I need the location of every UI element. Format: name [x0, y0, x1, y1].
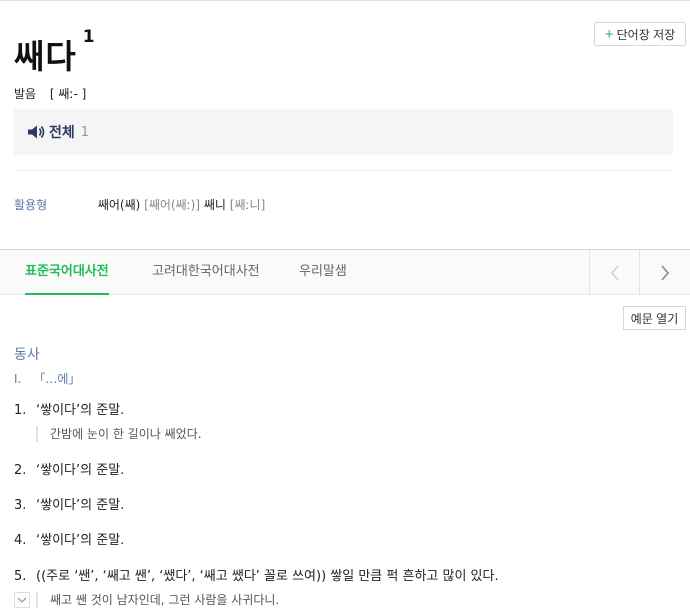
sense-group-pattern: 「…에」	[33, 372, 81, 386]
top-border	[0, 0, 690, 1]
tab-urimalsaem[interactable]: 우리말샘	[299, 250, 347, 295]
tab-korea-univ-dictionary[interactable]: 고려대한국어대사전	[152, 250, 260, 295]
pronunciation-value: [ 쌔ː- ]	[49, 87, 87, 101]
audio-panel: 전체 1	[14, 109, 673, 155]
sense-example: 쌔고 쌘 것이 남자인데, 그런 사람을 사귀다니.	[36, 592, 279, 608]
speaker-icon[interactable]	[27, 125, 45, 139]
conjugation-pron: [쌔ː니]	[229, 198, 266, 212]
sense-item: 2. ‘쌓이다’의 준말.	[14, 459, 124, 478]
plus-icon: +	[604, 25, 614, 43]
audio-count: 1	[80, 124, 90, 140]
sense-group: I. 「…에」	[14, 370, 80, 387]
pronunciation-row: 발음 [ 쌔ː- ]	[14, 85, 86, 102]
conjugation-form: 쌔니	[203, 198, 226, 212]
headword-text: 쌔다	[14, 37, 77, 76]
sense-group-numeral: I.	[14, 372, 22, 386]
save-button-label: 단어장 저장	[616, 27, 676, 42]
pronunciation-label: 발음	[14, 87, 37, 101]
audio-all-label[interactable]: 전체	[49, 122, 75, 142]
sense-definition[interactable]: ((주로 ‘쌘’, ‘쌔고 쌘’, ‘쌨다’, ‘쌔고 쌨다’ 꼴로 쓰여)) …	[36, 569, 499, 584]
sense-item: 4. ‘쌓이다’의 준말.	[14, 529, 124, 548]
sense-item: 3. ‘쌓이다’의 준말.	[14, 494, 124, 513]
open-examples-button[interactable]: 예문 열기	[623, 306, 686, 330]
sense-item: 1. ‘쌓이다’의 준말.	[14, 399, 124, 418]
homonym-number: 1	[82, 27, 96, 47]
chevron-right-icon	[661, 264, 670, 281]
save-to-wordbook-button[interactable]: + 단어장 저장	[594, 22, 686, 46]
conjugation-pron: [쌔어(쌔ː)]	[144, 198, 201, 212]
part-of-speech: 동사	[14, 347, 40, 363]
next-button[interactable]	[639, 250, 690, 295]
sense-definition[interactable]: ‘쌓이다’의 준말.	[36, 403, 124, 418]
divider	[14, 170, 673, 171]
headword-title: 쌔다 1	[14, 27, 96, 78]
chevron-left-icon	[610, 264, 619, 281]
sense-number: 4.	[14, 533, 27, 548]
conjugation-label: 활용형	[14, 198, 48, 212]
dictionary-tab-bar: 표준국어대사전 고려대한국어대사전 우리말샘	[0, 249, 690, 295]
sense-example: 간밤에 눈이 한 길이나 쌔었다.	[36, 426, 202, 442]
expand-examples-toggle[interactable]	[14, 592, 30, 608]
sense-number: 1.	[14, 403, 27, 418]
conjugation-form: 쌔어(쌔)	[97, 198, 141, 212]
conjugation-row: 활용형 쌔어(쌔) [쌔어(쌔ː)] 쌔니 [쌔ː니]	[14, 196, 674, 213]
sense-number: 5.	[14, 569, 27, 584]
sense-definition[interactable]: ‘쌓이다’의 준말.	[36, 533, 124, 548]
prev-button[interactable]	[589, 250, 640, 295]
sense-definition[interactable]: ‘쌓이다’의 준말.	[36, 498, 124, 513]
chevron-down-icon	[17, 597, 27, 603]
sense-definition[interactable]: ‘쌓이다’의 준말.	[36, 463, 124, 478]
tab-standard-dictionary[interactable]: 표준국어대사전	[25, 250, 109, 295]
sense-number: 2.	[14, 463, 27, 478]
sense-item: 5. ((주로 ‘쌘’, ‘쌔고 쌘’, ‘쌨다’, ‘쌔고 쌨다’ 꼴로 쓰여)…	[14, 565, 499, 584]
sense-number: 3.	[14, 498, 27, 513]
